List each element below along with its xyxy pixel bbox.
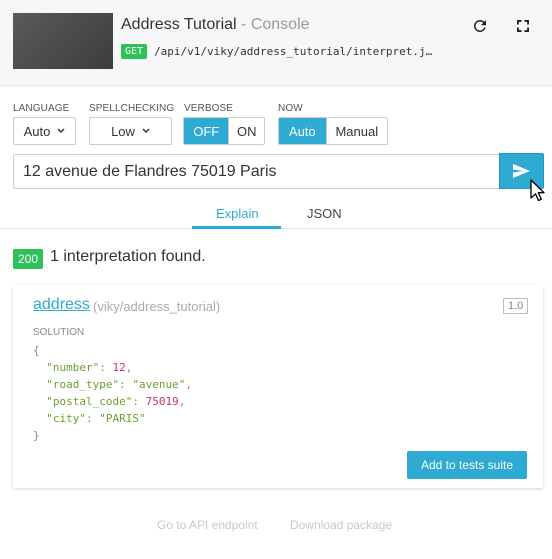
solution-postal-code: 75019 <box>145 395 179 408</box>
tab-explain[interactable]: Explain <box>216 206 259 221</box>
verbose-on-option[interactable]: ON <box>228 118 264 144</box>
tab-json[interactable]: JSON <box>307 206 342 221</box>
score-badge: 1.0 <box>503 298 529 314</box>
agent-name: Address Tutorial <box>121 16 237 33</box>
expand-icon[interactable] <box>514 17 532 35</box>
spellchecking-label: SPELLCHECKING <box>89 103 175 114</box>
language-value: Auto <box>23 123 51 139</box>
now-toggle: Auto Manual <box>278 117 388 145</box>
verbose-label: VERBOSE <box>184 103 234 114</box>
console-header: Address Tutorial - Console GET /api/v1/v… <box>0 0 552 86</box>
solution-road-type: "avenue" <box>132 378 186 391</box>
interpretation-card: address (viky/address_tutorial) 1.0 SOLU… <box>13 285 543 488</box>
http-method-badge: GET <box>121 44 148 59</box>
language-select[interactable]: Auto <box>13 117 76 145</box>
endpoint: GET /api/v1/viky/address_tutorial/interp… <box>121 44 437 59</box>
intent-slug: (viky/address_tutorial) <box>93 299 221 314</box>
solution-json: { "number": 12, "road_type": "avenue", "… <box>33 344 192 442</box>
download-package-link[interactable]: Download package <box>290 518 392 532</box>
send-button[interactable] <box>499 153 544 189</box>
console-label: - Console <box>236 16 310 33</box>
solution-city: "PARIS" <box>99 412 146 425</box>
now-label: NOW <box>278 103 303 114</box>
go-to-api-link[interactable]: Go to API endpoint <box>157 518 258 532</box>
verbose-off-option[interactable]: OFF <box>184 118 229 144</box>
intent-link[interactable]: address <box>33 296 90 314</box>
verbose-toggle: OFF ON <box>183 117 265 145</box>
now-auto-option[interactable]: Auto <box>279 118 326 144</box>
solution-number: 12 <box>112 361 126 374</box>
status-badge: 200 <box>13 249 44 269</box>
chevron-down-icon <box>142 128 150 134</box>
add-to-tests-button[interactable]: Add to tests suite <box>407 451 527 479</box>
now-manual-option[interactable]: Manual <box>325 118 387 144</box>
result-summary: 1 interpretation found. <box>50 248 206 265</box>
language-label: LANGUAGE <box>13 103 70 114</box>
solution-label: SOLUTION <box>33 327 85 338</box>
agent-thumbnail <box>13 13 113 69</box>
send-icon <box>513 164 530 178</box>
sentence-input[interactable] <box>13 154 499 189</box>
endpoint-path: /api/v1/viky/address_tutorial/interpret.… <box>154 45 438 58</box>
spellchecking-value: Low <box>111 123 135 139</box>
spellchecking-select[interactable]: Low <box>89 117 172 145</box>
refresh-icon[interactable] <box>471 17 489 35</box>
chevron-down-icon <box>57 128 65 134</box>
console-title: Address Tutorial - Console <box>121 16 310 34</box>
active-tab-indicator <box>192 226 281 229</box>
